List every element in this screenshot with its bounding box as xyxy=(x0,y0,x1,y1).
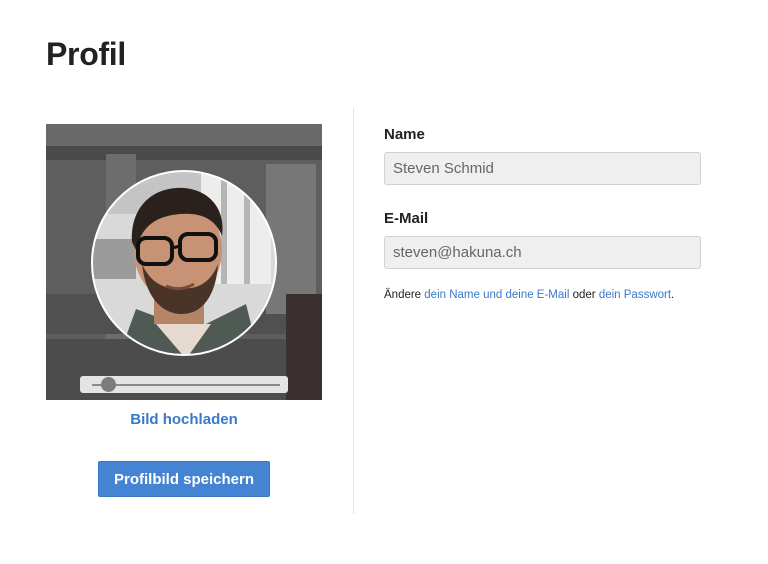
name-label: Name xyxy=(384,126,425,143)
save-profile-photo-button[interactable]: Profilbild speichern xyxy=(98,461,270,497)
profile-photo xyxy=(46,124,322,400)
change-hint: Ändere dein Name und deine E-Mail oder d… xyxy=(384,289,702,301)
page-title: Profil xyxy=(46,36,126,72)
profile-form: Name E-Mail Ändere dein Name und deine E… xyxy=(384,126,702,301)
zoom-slider[interactable] xyxy=(80,376,288,393)
name-field[interactable] xyxy=(384,152,701,185)
edit-password-link[interactable]: dein Passwort xyxy=(599,289,671,301)
column-divider xyxy=(353,108,354,514)
email-label: E-Mail xyxy=(384,210,429,227)
email-field[interactable] xyxy=(384,236,701,269)
hint-prefix: Ändere xyxy=(384,289,425,301)
profile-photo-section: Bild hochladen Profilbild speichern xyxy=(46,124,322,497)
upload-photo-link[interactable]: Bild hochladen xyxy=(46,411,322,428)
zoom-slider-track xyxy=(92,384,280,386)
edit-name-email-link[interactable]: dein Name und deine E-Mail xyxy=(424,289,569,301)
zoom-slider-handle[interactable] xyxy=(100,377,116,392)
hint-middle: oder xyxy=(569,289,599,301)
photo-cropper[interactable] xyxy=(46,124,322,400)
hint-suffix: . xyxy=(671,289,675,301)
